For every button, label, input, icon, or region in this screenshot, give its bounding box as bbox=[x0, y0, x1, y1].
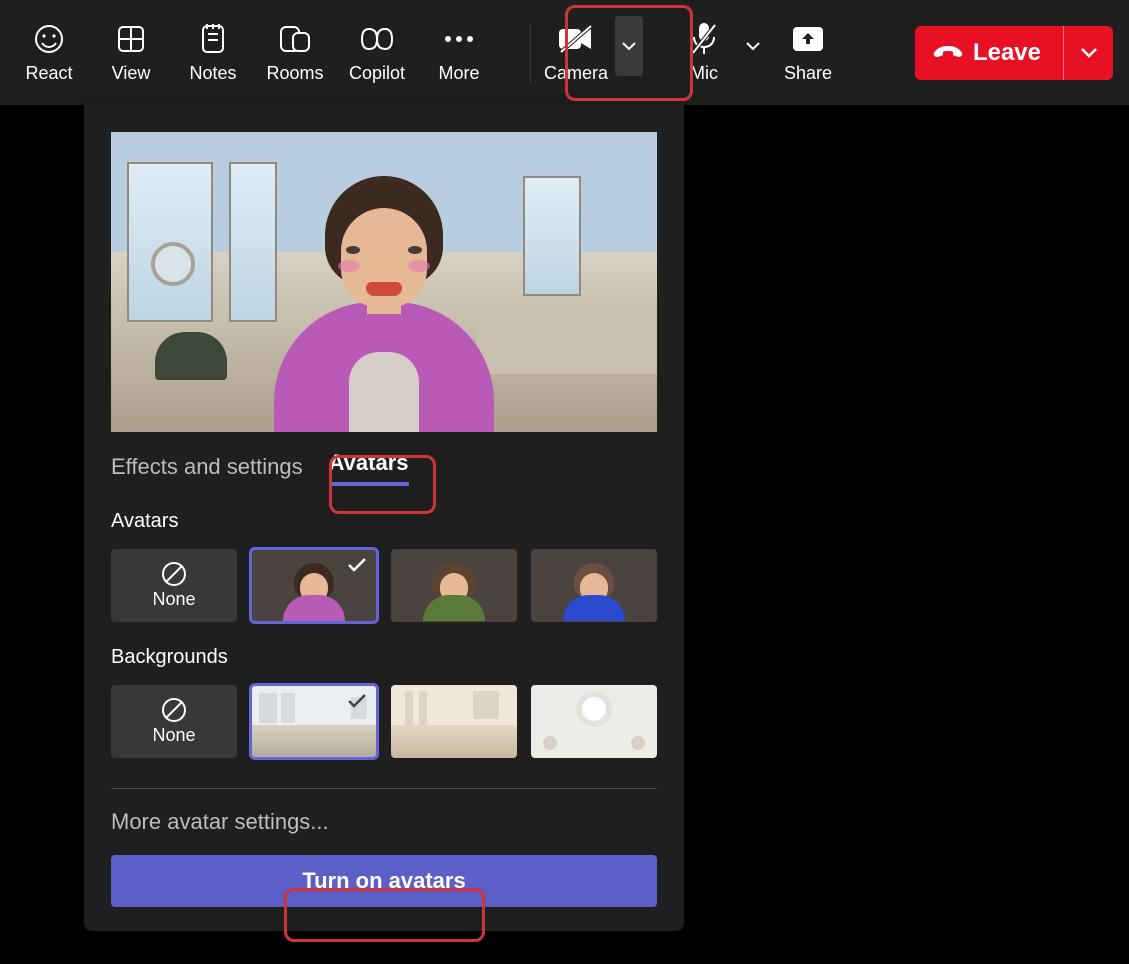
leave-options-button[interactable] bbox=[1063, 26, 1113, 80]
rooms-button[interactable]: Rooms bbox=[254, 0, 336, 105]
avatar-preview bbox=[111, 132, 657, 432]
more-avatar-settings-link[interactable]: More avatar settings... bbox=[111, 809, 657, 835]
rooms-label: Rooms bbox=[266, 63, 323, 84]
avatar-thumbnails: None bbox=[111, 549, 657, 622]
notes-icon bbox=[198, 21, 228, 57]
avatar-option-1[interactable] bbox=[251, 549, 377, 622]
none-label: None bbox=[152, 589, 195, 610]
background-option-3[interactable] bbox=[531, 685, 657, 758]
rooms-icon bbox=[278, 21, 312, 57]
chevron-down-icon bbox=[621, 41, 637, 51]
react-button[interactable]: React bbox=[8, 0, 90, 105]
backgrounds-section-label: Backgrounds bbox=[111, 646, 657, 669]
share-screen-icon bbox=[791, 21, 825, 57]
more-label: More bbox=[438, 63, 479, 84]
leave-button[interactable]: Leave bbox=[915, 26, 1063, 80]
copilot-icon bbox=[359, 21, 395, 57]
share-label: Share bbox=[784, 63, 832, 84]
react-label: React bbox=[25, 63, 72, 84]
background-thumbnails: None bbox=[111, 685, 657, 758]
background-option-1[interactable] bbox=[251, 685, 377, 758]
mic-off-icon bbox=[689, 21, 719, 57]
notes-button[interactable]: Notes bbox=[172, 0, 254, 105]
view-label: View bbox=[112, 63, 151, 84]
ellipsis-icon bbox=[443, 21, 475, 57]
grid-icon bbox=[115, 21, 147, 57]
smiley-icon bbox=[33, 21, 65, 57]
check-icon bbox=[347, 693, 367, 709]
camera-options-button[interactable] bbox=[615, 16, 643, 76]
avatar-figure bbox=[284, 172, 484, 432]
view-button[interactable]: View bbox=[90, 0, 172, 105]
camera-off-icon bbox=[557, 21, 595, 57]
tab-avatars[interactable]: Avatars bbox=[329, 450, 409, 486]
chevron-down-icon bbox=[1080, 47, 1098, 59]
toolbar-separator bbox=[530, 23, 531, 83]
avatars-section-label: Avatars bbox=[111, 510, 657, 533]
panel-tabs: Effects and settings Avatars bbox=[111, 450, 657, 486]
mic-options-button[interactable] bbox=[739, 41, 767, 51]
avatar-option-3[interactable] bbox=[531, 549, 657, 622]
notes-label: Notes bbox=[189, 63, 236, 84]
none-label: None bbox=[152, 725, 195, 746]
camera-label: Camera bbox=[544, 63, 608, 84]
background-option-none[interactable]: None bbox=[111, 685, 237, 758]
mic-button[interactable]: Mic bbox=[669, 0, 739, 105]
prohibit-icon bbox=[161, 561, 187, 587]
background-option-2[interactable] bbox=[391, 685, 517, 758]
meeting-toolbar: React View Notes Rooms bbox=[0, 0, 1129, 105]
share-button[interactable]: Share bbox=[767, 0, 849, 105]
hang-up-icon bbox=[933, 43, 963, 63]
check-icon bbox=[347, 557, 367, 573]
more-button[interactable]: More bbox=[418, 0, 500, 105]
avatar-option-2[interactable] bbox=[391, 549, 517, 622]
copilot-button[interactable]: Copilot bbox=[336, 0, 418, 105]
panel-divider bbox=[111, 788, 657, 789]
mic-label: Mic bbox=[690, 63, 718, 84]
chevron-down-icon bbox=[745, 41, 761, 51]
turn-on-avatars-button[interactable]: Turn on avatars bbox=[111, 855, 657, 907]
copilot-label: Copilot bbox=[349, 63, 405, 84]
prohibit-icon bbox=[161, 697, 187, 723]
camera-button[interactable]: Camera bbox=[535, 0, 617, 105]
tab-effects-settings[interactable]: Effects and settings bbox=[111, 454, 303, 486]
avatar-option-none[interactable]: None bbox=[111, 549, 237, 622]
leave-label: Leave bbox=[973, 39, 1041, 67]
camera-options-panel: Effects and settings Avatars Avatars Non… bbox=[84, 105, 684, 931]
